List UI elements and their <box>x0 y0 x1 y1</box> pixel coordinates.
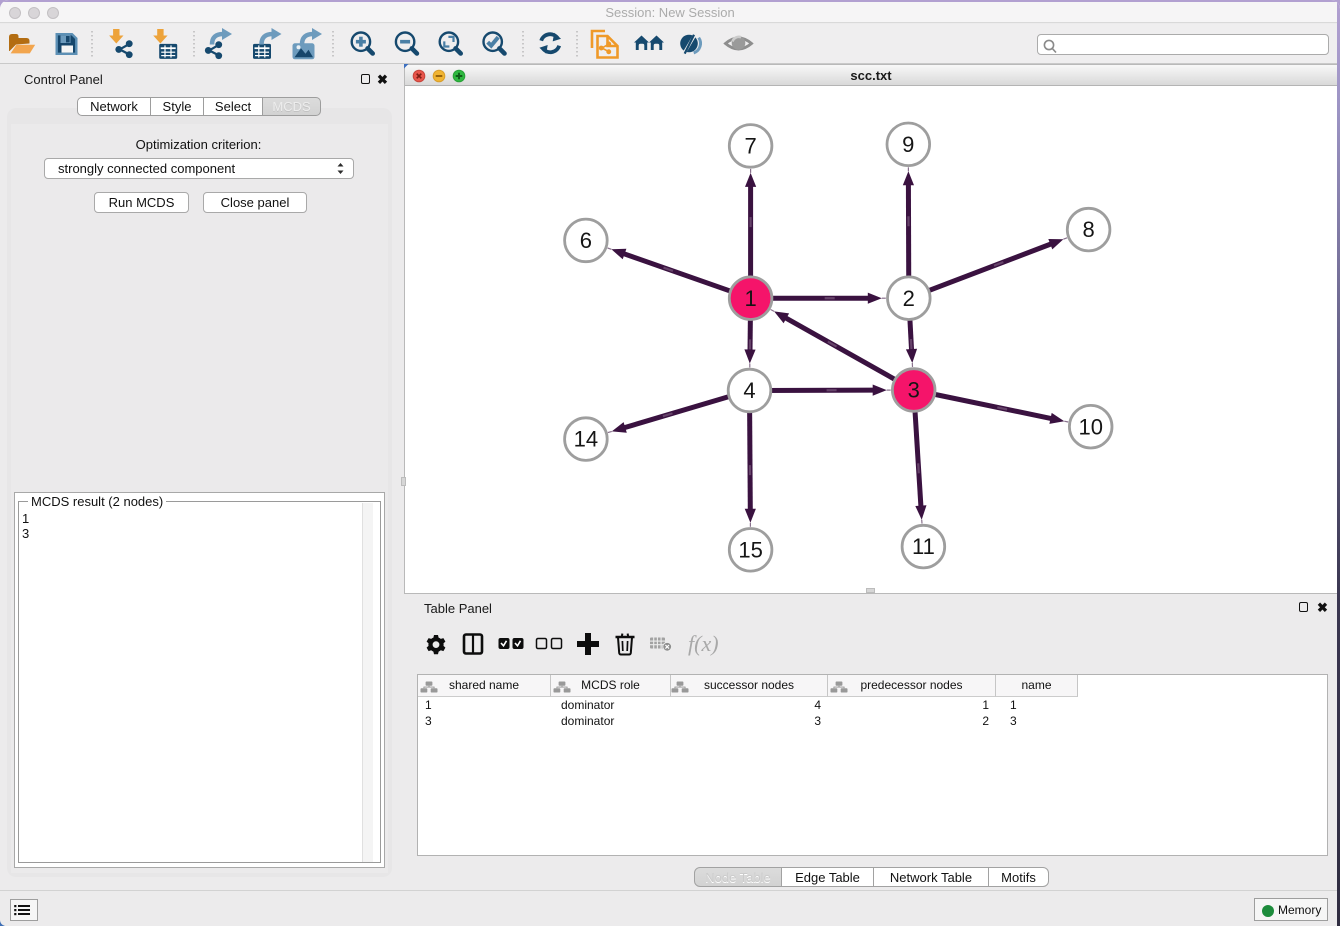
svg-text:8: 8 <box>1082 217 1094 242</box>
svg-text:9: 9 <box>902 132 914 157</box>
svg-text:2: 2 <box>903 286 915 311</box>
svg-text:11: 11 <box>912 534 935 559</box>
svg-text:4: 4 <box>743 378 755 403</box>
svg-text:7: 7 <box>744 134 756 159</box>
svg-text:3: 3 <box>908 378 920 403</box>
svg-text:15: 15 <box>738 537 762 562</box>
svg-text:f(x): f(x) <box>688 631 719 656</box>
svg-text:14: 14 <box>574 427 598 452</box>
svg-text:6: 6 <box>580 228 592 253</box>
svg-text:1: 1 <box>744 286 756 311</box>
svg-text:10: 10 <box>1078 414 1102 439</box>
